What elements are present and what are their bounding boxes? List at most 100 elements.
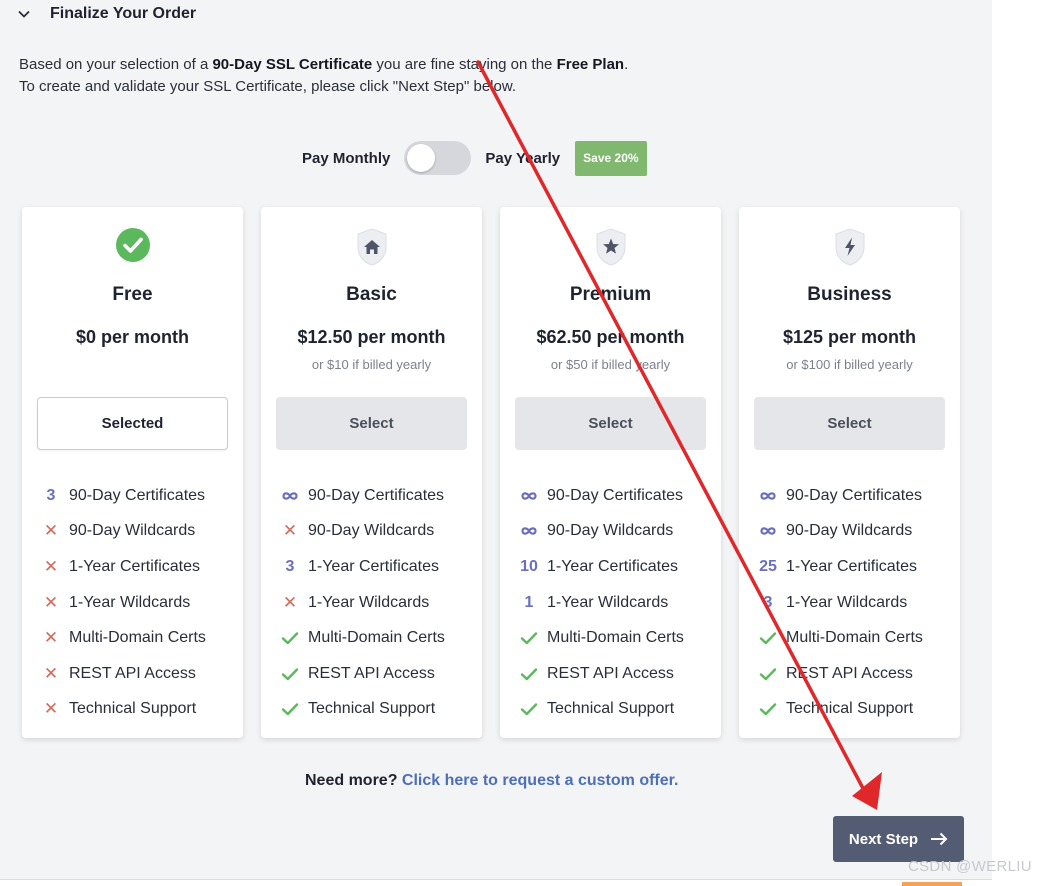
feature-mark: ✕ xyxy=(42,593,69,613)
feature-label: REST API Access xyxy=(69,664,196,682)
toggle-knob[interactable] xyxy=(407,144,436,172)
plan-name: Premium xyxy=(569,284,652,305)
next-step-label: Next Step xyxy=(848,830,919,848)
plan-name: Free xyxy=(112,284,153,305)
plan-price: $0 per month xyxy=(75,327,190,347)
intro-text-c: you are fine staying on the xyxy=(372,56,557,73)
chevron-down-icon[interactable] xyxy=(14,4,34,24)
infinity-icon xyxy=(760,527,776,536)
feature-mark: ✕ xyxy=(281,593,308,613)
plan-yearly-price: or $100 if billed yearly xyxy=(786,357,913,372)
feature-label: 1-Year Certificates xyxy=(786,557,918,575)
check-icon xyxy=(281,668,299,680)
feature-item: ✕ 1-Year Wildcards xyxy=(281,585,472,621)
feature-item: Multi-Domain Certs xyxy=(520,620,711,656)
right-margin xyxy=(992,0,1059,886)
feature-label: 90-Day Certificates xyxy=(308,486,445,504)
feature-mark: ✕ xyxy=(42,699,69,719)
feature-item: 90-Day Wildcards xyxy=(520,514,711,550)
feature-mark xyxy=(520,667,547,681)
feature-list: 90-Day Certificates ✕ 90-Day Wildcards 3 1-Y… xyxy=(281,478,472,727)
feature-label: Multi-Domain Certs xyxy=(308,629,445,647)
feature-item: ✕ Multi-Domain Certs xyxy=(42,620,233,656)
feature-item: REST API Access xyxy=(759,656,950,692)
feature-count: 3 xyxy=(285,557,295,575)
feature-item: 10 1-Year Certificates xyxy=(520,549,711,585)
feature-label: 90-Day Wildcards xyxy=(547,522,674,540)
feature-item: ✕ Technical Support xyxy=(42,692,233,728)
feature-item: Technical Support xyxy=(281,692,472,728)
plan-yearly-price: or $10 if billed yearly xyxy=(311,357,432,372)
feature-item: 90-Day Certificates xyxy=(520,478,711,514)
feature-mark xyxy=(759,631,786,645)
cross-icon: ✕ xyxy=(282,521,298,541)
next-step-button[interactable]: Next Step xyxy=(833,816,964,862)
check-icon xyxy=(281,632,299,645)
intro-plan: Free Plan xyxy=(556,56,625,73)
pay-yearly-label[interactable]: Pay Yearly xyxy=(485,150,560,167)
intro-text-a: Based on your selection of a xyxy=(19,56,213,73)
infinity-icon xyxy=(282,492,298,500)
feature-count: 25 xyxy=(759,557,777,575)
feature-item: 90-Day Certificates xyxy=(281,478,472,514)
feature-label: Multi-Domain Certs xyxy=(69,629,206,647)
custom-offer-link[interactable]: Click here to request a custom offer. xyxy=(402,772,679,789)
cross-icon: ✕ xyxy=(43,521,59,541)
bolt-shield-icon xyxy=(739,227,960,267)
plan-select-button[interactable]: Selected xyxy=(37,397,228,450)
feature-mark: 3 xyxy=(281,558,308,576)
feature-count: 3 xyxy=(763,593,773,611)
feature-count: 1 xyxy=(524,593,534,611)
feature-mark xyxy=(759,491,786,501)
feature-item: Technical Support xyxy=(520,692,711,728)
check-icon xyxy=(759,668,777,680)
feature-label: 90-Day Certificates xyxy=(547,486,684,504)
plan-select-button[interactable]: Select xyxy=(276,397,467,450)
pay-monthly-label[interactable]: Pay Monthly xyxy=(302,150,390,167)
feature-mark: ✕ xyxy=(281,521,308,541)
feature-item: 3 1-Year Certificates xyxy=(281,549,472,585)
intro-text-e: . xyxy=(624,56,629,73)
feature-mark xyxy=(281,491,308,501)
cross-icon: ✕ xyxy=(43,592,59,612)
need-more: Need more? Click here to request a custo… xyxy=(305,772,678,790)
plan-name: Business xyxy=(807,284,892,305)
feature-item: Technical Support xyxy=(759,692,950,728)
feature-mark: ✕ xyxy=(42,557,69,577)
cross-icon: ✕ xyxy=(43,628,59,648)
cross-icon: ✕ xyxy=(43,699,59,719)
section-header[interactable]: Finalize Your Order xyxy=(14,2,196,26)
feature-item: 3 1-Year Wildcards xyxy=(759,585,950,621)
billing-toggle-row: Pay Monthly Pay Yearly Save 20% xyxy=(302,140,647,176)
cross-icon: ✕ xyxy=(43,556,59,576)
feature-item: ✕ REST API Access xyxy=(42,656,233,692)
check-icon xyxy=(281,703,299,716)
feature-label: REST API Access xyxy=(547,664,674,682)
feature-list: 3 90-Day Certificates ✕ 90-Day Wildcards ✕ 1-… xyxy=(42,478,233,727)
cross-icon: ✕ xyxy=(43,663,59,683)
feature-label: 90-Day Wildcards xyxy=(308,522,435,540)
plan-select-button[interactable]: Select xyxy=(754,397,945,450)
feature-label: 1-Year Certificates xyxy=(308,557,440,575)
feature-label: 90-Day Certificates xyxy=(69,486,206,504)
feature-count: 10 xyxy=(520,557,538,575)
feature-label: Technical Support xyxy=(69,700,197,718)
feature-item: 90-Day Wildcards xyxy=(759,514,950,550)
check-circle-icon xyxy=(22,227,243,267)
plan-select-button[interactable]: Select xyxy=(515,397,706,450)
feature-mark: 3 xyxy=(42,487,69,505)
feature-mark xyxy=(520,526,547,536)
plan-card-free: Free $0 per month Selected 3 90-Day Certific… xyxy=(22,207,243,738)
cross-icon: ✕ xyxy=(282,592,298,612)
feature-mark xyxy=(759,667,786,681)
infinity-icon xyxy=(521,492,537,500)
plan-card-basic: Basic $12.50 per month or $10 if billed ye… xyxy=(261,207,482,738)
plan-yearly-price: or $50 if billed yearly xyxy=(550,357,671,372)
feature-item: ✕ 90-Day Wildcards xyxy=(281,514,472,550)
billing-toggle[interactable] xyxy=(404,141,472,175)
feature-list: 90-Day Certificates 90-Day Wildcards 10 1-Y… xyxy=(520,478,711,727)
feature-label: Technical Support xyxy=(308,700,436,718)
feature-list: 90-Day Certificates 90-Day Wildcards 25 1-Y… xyxy=(759,478,950,727)
feature-label: 90-Day Wildcards xyxy=(69,522,196,540)
plan-card-business: Business $125 per month or $100 if billed … xyxy=(739,207,960,738)
